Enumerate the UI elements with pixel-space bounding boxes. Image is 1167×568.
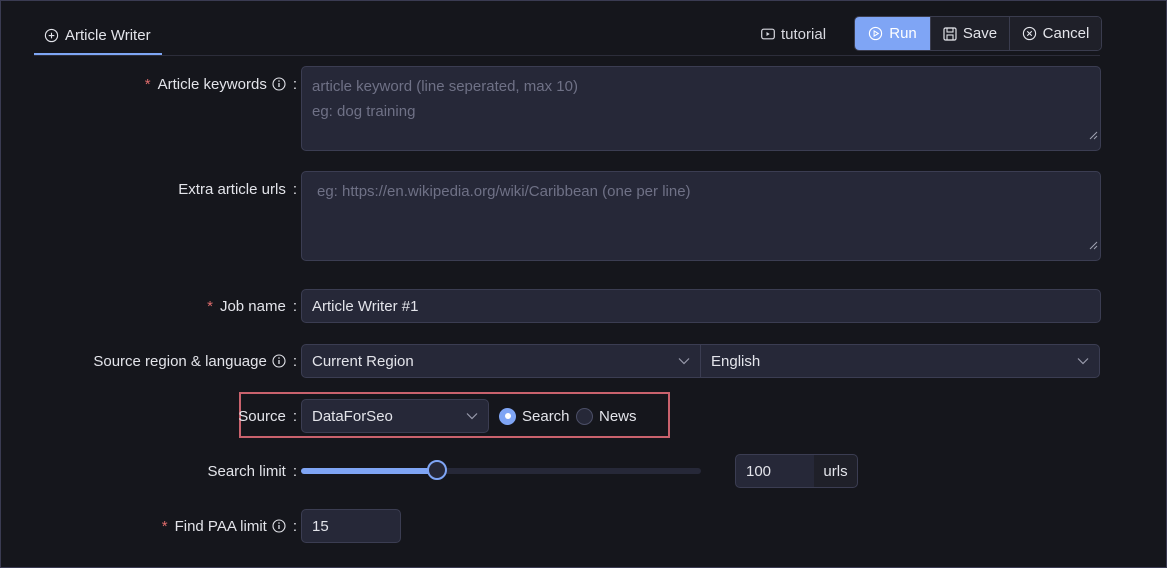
play-circle-icon: [868, 26, 883, 41]
extra-urls-placeholder: eg: https://en.wikipedia.org/wiki/Caribb…: [317, 183, 691, 200]
tab-article-writer[interactable]: Article Writer: [34, 15, 162, 55]
search-limit-label-text: Search limit: [207, 462, 286, 480]
search-limit-input[interactable]: 100: [735, 454, 815, 488]
language-value: English: [711, 352, 761, 370]
radio-news-label: News: [599, 407, 637, 425]
job-name-input[interactable]: Article Writer #1: [301, 289, 1101, 323]
header-divider: [34, 55, 1100, 56]
radio-unchecked-icon: [576, 407, 593, 425]
extra-urls-label: Extra article urls :: [41, 178, 297, 200]
required-mark: *: [144, 75, 151, 93]
chevron-down-icon: [466, 412, 478, 420]
job-name-label: * Job name :: [41, 295, 297, 317]
source-label-text: Source: [238, 407, 286, 425]
radio-search[interactable]: Search: [499, 406, 570, 426]
source-select[interactable]: DataForSeo: [301, 399, 489, 433]
label-colon: :: [292, 180, 297, 198]
region-language-label: Source region & language :: [41, 350, 297, 372]
required-mark: *: [161, 517, 168, 535]
extra-urls-label-text: Extra article urls: [178, 180, 286, 198]
search-limit-label: Search limit :: [41, 460, 297, 482]
plus-circle-icon: [44, 28, 59, 43]
run-label: Run: [889, 25, 917, 42]
chevron-down-icon: [1077, 357, 1089, 365]
chevron-down-icon: [678, 357, 690, 365]
radio-checked-icon: [499, 407, 516, 425]
region-select[interactable]: Current Region: [301, 344, 701, 378]
label-colon: :: [292, 407, 297, 425]
cancel-label: Cancel: [1042, 25, 1090, 42]
tutorial-link[interactable]: tutorial: [761, 17, 826, 51]
tutorial-label: tutorial: [781, 25, 827, 43]
region-value: Current Region: [312, 352, 414, 370]
source-label: Source :: [151, 405, 297, 427]
resize-handle-icon[interactable]: [1089, 233, 1098, 258]
close-circle-icon: [1022, 26, 1037, 41]
run-button[interactable]: Run: [855, 17, 930, 50]
video-icon: [761, 28, 775, 40]
unit-label: urls: [823, 462, 848, 480]
keywords-textarea[interactable]: article keyword (line seperated, max 10)…: [301, 66, 1101, 151]
radio-news[interactable]: News: [576, 406, 637, 426]
extra-urls-textarea[interactable]: eg: https://en.wikipedia.org/wiki/Caribb…: [301, 171, 1101, 261]
job-name-label-text: Job name: [219, 297, 286, 315]
slider-fill: [301, 468, 437, 474]
paa-limit-label: * Find PAA limit :: [41, 515, 297, 537]
save-label: Save: [962, 25, 998, 42]
keywords-label-text: Article keywords: [157, 75, 267, 93]
cancel-button[interactable]: Cancel: [1009, 17, 1101, 50]
job-name-value: Article Writer #1: [312, 297, 419, 315]
source-value: DataForSeo: [312, 407, 393, 425]
paa-limit-label-text: Find PAA limit: [174, 517, 267, 535]
region-language-label-text: Source region & language: [93, 352, 267, 370]
tab-label: Article Writer: [65, 26, 151, 44]
keywords-placeholder-line2: eg: dog training: [312, 103, 416, 120]
required-mark: *: [207, 297, 213, 315]
info-icon[interactable]: [272, 519, 286, 533]
label-colon: :: [292, 297, 297, 315]
label-colon: :: [292, 75, 297, 93]
label-colon: :: [292, 462, 297, 480]
label-colon: :: [292, 517, 297, 535]
save-button[interactable]: Save: [930, 17, 1009, 50]
radio-search-label: Search: [522, 407, 570, 425]
search-limit-value: 100: [746, 462, 772, 480]
action-button-group: Run Save Cancel: [854, 16, 1102, 51]
language-select[interactable]: English: [700, 344, 1100, 378]
floppy-disk-icon: [943, 26, 957, 41]
info-icon[interactable]: [272, 77, 286, 91]
info-icon[interactable]: [272, 354, 286, 368]
keywords-placeholder-line1: article keyword (line seperated, max 10): [312, 78, 578, 95]
label-colon: :: [292, 352, 297, 370]
search-limit-unit: urls: [814, 454, 858, 488]
resize-handle-icon[interactable]: [1089, 123, 1098, 148]
keywords-label: * Article keywords :: [41, 73, 297, 95]
paa-limit-value: 15: [312, 517, 329, 535]
search-limit-slider[interactable]: [301, 468, 701, 474]
slider-handle[interactable]: [427, 460, 447, 480]
paa-limit-input[interactable]: 15: [301, 509, 401, 543]
